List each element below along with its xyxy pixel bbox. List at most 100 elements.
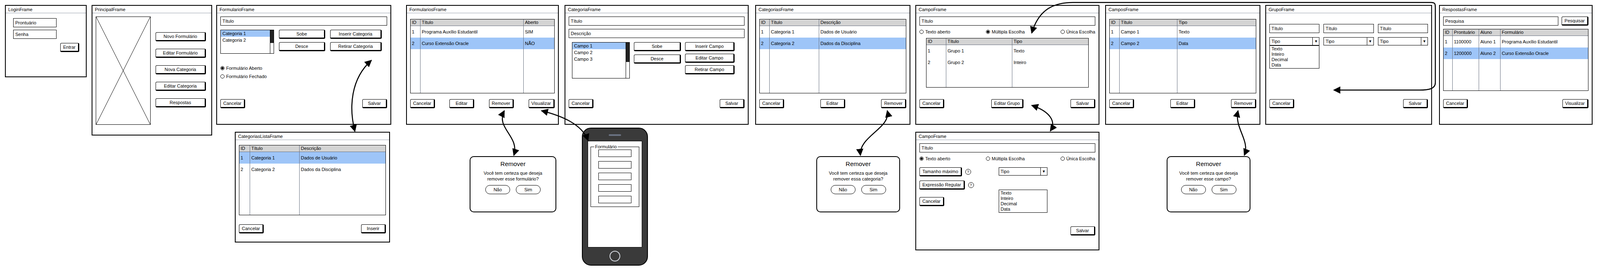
button[interactable]: Cancelar	[1109, 99, 1135, 109]
table-cell[interactable]: 1	[1109, 25, 1120, 38]
button[interactable]: Desce	[633, 54, 681, 64]
button[interactable]: Salvar	[1070, 226, 1096, 236]
table-cell[interactable]: Curso Extensão Oracle	[420, 37, 524, 50]
table-cell[interactable]: Dados da Disciplina	[819, 37, 906, 50]
table-cell[interactable]: 2	[926, 56, 946, 69]
text-field[interactable]: Prontuário	[13, 18, 57, 28]
table-cell[interactable]: 2	[759, 37, 770, 50]
table-cell[interactable]: Grupo 2	[946, 56, 1012, 69]
form-field[interactable]	[598, 184, 632, 192]
dropdown[interactable]: Tipo▼	[1377, 37, 1428, 46]
table-cell[interactable]: 1	[239, 151, 250, 164]
radio-option[interactable]: Texto aberto	[919, 155, 951, 162]
button[interactable]: Editar	[449, 99, 475, 109]
button[interactable]: Nova Categoria	[155, 65, 206, 75]
table-cell[interactable]: Dados da Disciplina	[299, 163, 386, 175]
list-item[interactable]: Campo 2	[572, 49, 626, 56]
text-field[interactable]: Título	[568, 16, 745, 26]
button[interactable]: Inserir	[361, 224, 386, 234]
dropdown-option[interactable]: Texto	[1269, 46, 1319, 52]
button[interactable]: Inserir Campo	[685, 42, 735, 52]
text-field[interactable]: Título	[220, 16, 388, 26]
dropdown[interactable]: Tipo▼	[1323, 37, 1374, 46]
button[interactable]: Novo Formulário	[155, 32, 206, 42]
dropdown-option[interactable]: Data	[999, 206, 1047, 212]
table-cell[interactable]: Categoria 1	[250, 151, 300, 164]
button[interactable]: Cancelar	[759, 99, 785, 109]
scrollbar[interactable]	[625, 42, 630, 78]
button[interactable]: Visualizar	[528, 99, 556, 109]
button[interactable]: Editar Grupo	[991, 99, 1024, 109]
table-cell[interactable]: 2	[1109, 37, 1120, 50]
list-item[interactable]: Campo 1	[572, 42, 626, 50]
table-cell[interactable]: Texto	[1012, 44, 1089, 57]
button[interactable]: Visualizar	[1562, 99, 1589, 109]
dropdown-option[interactable]: Texto	[999, 190, 1047, 196]
table-cell[interactable]: Texto	[1177, 25, 1256, 38]
table-cell[interactable]: Programa Auxílio Estudantil	[420, 25, 524, 38]
button[interactable]: Editar	[1170, 99, 1196, 109]
button[interactable]: Tamanho máximo	[919, 167, 962, 177]
button[interactable]: Remover	[489, 99, 515, 109]
text-field[interactable]: Título	[1323, 23, 1374, 34]
radio-option[interactable]: Múltipla Escolha	[985, 155, 1025, 162]
table-cell[interactable]: NÃO	[523, 37, 555, 50]
table-cell[interactable]: Campo 2	[1119, 37, 1177, 50]
button[interactable]: Cancelar	[919, 196, 945, 206]
table-cell[interactable]: Categoria 2	[250, 163, 300, 175]
form-field[interactable]	[598, 160, 632, 169]
text-field[interactable]: Título	[919, 143, 1096, 153]
button[interactable]: Remover	[1231, 99, 1257, 109]
text-field[interactable]: Título	[1377, 23, 1428, 34]
help-icon[interactable]: ?	[965, 168, 972, 175]
list-item[interactable]: Categoria 1	[220, 30, 270, 37]
form-field[interactable]	[598, 149, 632, 157]
button[interactable]: Cancelar	[410, 99, 435, 109]
radio-option[interactable]: Múltipla Escolha	[985, 28, 1025, 35]
button[interactable]: Salvar	[719, 99, 745, 109]
table-cell[interactable]: Aluno 1	[1479, 35, 1501, 48]
button[interactable]: Sobe	[278, 29, 326, 39]
button[interactable]: Respostas	[155, 98, 206, 108]
button[interactable]: Retirar Campo	[685, 65, 735, 75]
button[interactable]: Entrar	[60, 42, 80, 52]
table-cell[interactable]: Categoria 2	[769, 37, 819, 50]
radio-option[interactable]: Única Escolha	[1060, 155, 1096, 162]
dialog-button[interactable]: Não	[1181, 184, 1206, 194]
button[interactable]: Cancelar	[568, 99, 594, 109]
text-field[interactable]: Título	[919, 16, 1096, 26]
table-cell[interactable]: 1100000	[1452, 35, 1479, 48]
dialog-button[interactable]: Sim	[861, 184, 887, 194]
button[interactable]: Salvar	[1403, 99, 1428, 109]
text-field[interactable]: Descrição	[568, 28, 745, 38]
dropdown-option[interactable]: Data	[1269, 62, 1319, 68]
phone-home-button[interactable]	[609, 250, 621, 262]
list-item[interactable]: Campo 3	[572, 55, 626, 63]
button[interactable]: Salvar	[1070, 99, 1096, 109]
radio-option[interactable]: Única Escolha	[1060, 28, 1096, 35]
form-field[interactable]	[598, 172, 632, 180]
radio-option[interactable]: Formulário Fechado	[220, 73, 388, 80]
table-cell[interactable]: 1	[1443, 35, 1453, 48]
dialog-button[interactable]: Não	[485, 184, 511, 194]
table-cell[interactable]: SIM	[523, 25, 555, 38]
table-cell[interactable]: 1	[410, 25, 421, 38]
dropdown-option[interactable]: Decimal	[999, 200, 1047, 207]
table-cell[interactable]: Campo 1	[1119, 25, 1177, 38]
button[interactable]: Remover	[881, 99, 907, 109]
table-cell[interactable]: 1200000	[1452, 47, 1479, 60]
table-cell[interactable]: Programa Auxílio Estudantil	[1500, 35, 1589, 48]
table-cell[interactable]: 2	[410, 37, 421, 50]
dropdown-option[interactable]: Inteiro	[1269, 51, 1319, 57]
button[interactable]: Editar Campo	[685, 53, 735, 63]
table-cell[interactable]: Categoria 1	[769, 25, 819, 38]
dropdown-option[interactable]: Inteiro	[999, 195, 1047, 201]
button[interactable]: Editar Categoria	[155, 81, 206, 91]
table-cell[interactable]: 2	[239, 163, 250, 175]
table-cell[interactable]: 1	[759, 25, 770, 38]
button[interactable]: Salvar	[362, 99, 388, 109]
dialog-button[interactable]: Não	[830, 184, 856, 194]
button[interactable]: Desce	[278, 42, 326, 52]
dropdown[interactable]: Tipo▼TextoInteiroDecimalData	[1269, 37, 1320, 46]
table-cell[interactable]: Aluno 2	[1479, 47, 1501, 60]
